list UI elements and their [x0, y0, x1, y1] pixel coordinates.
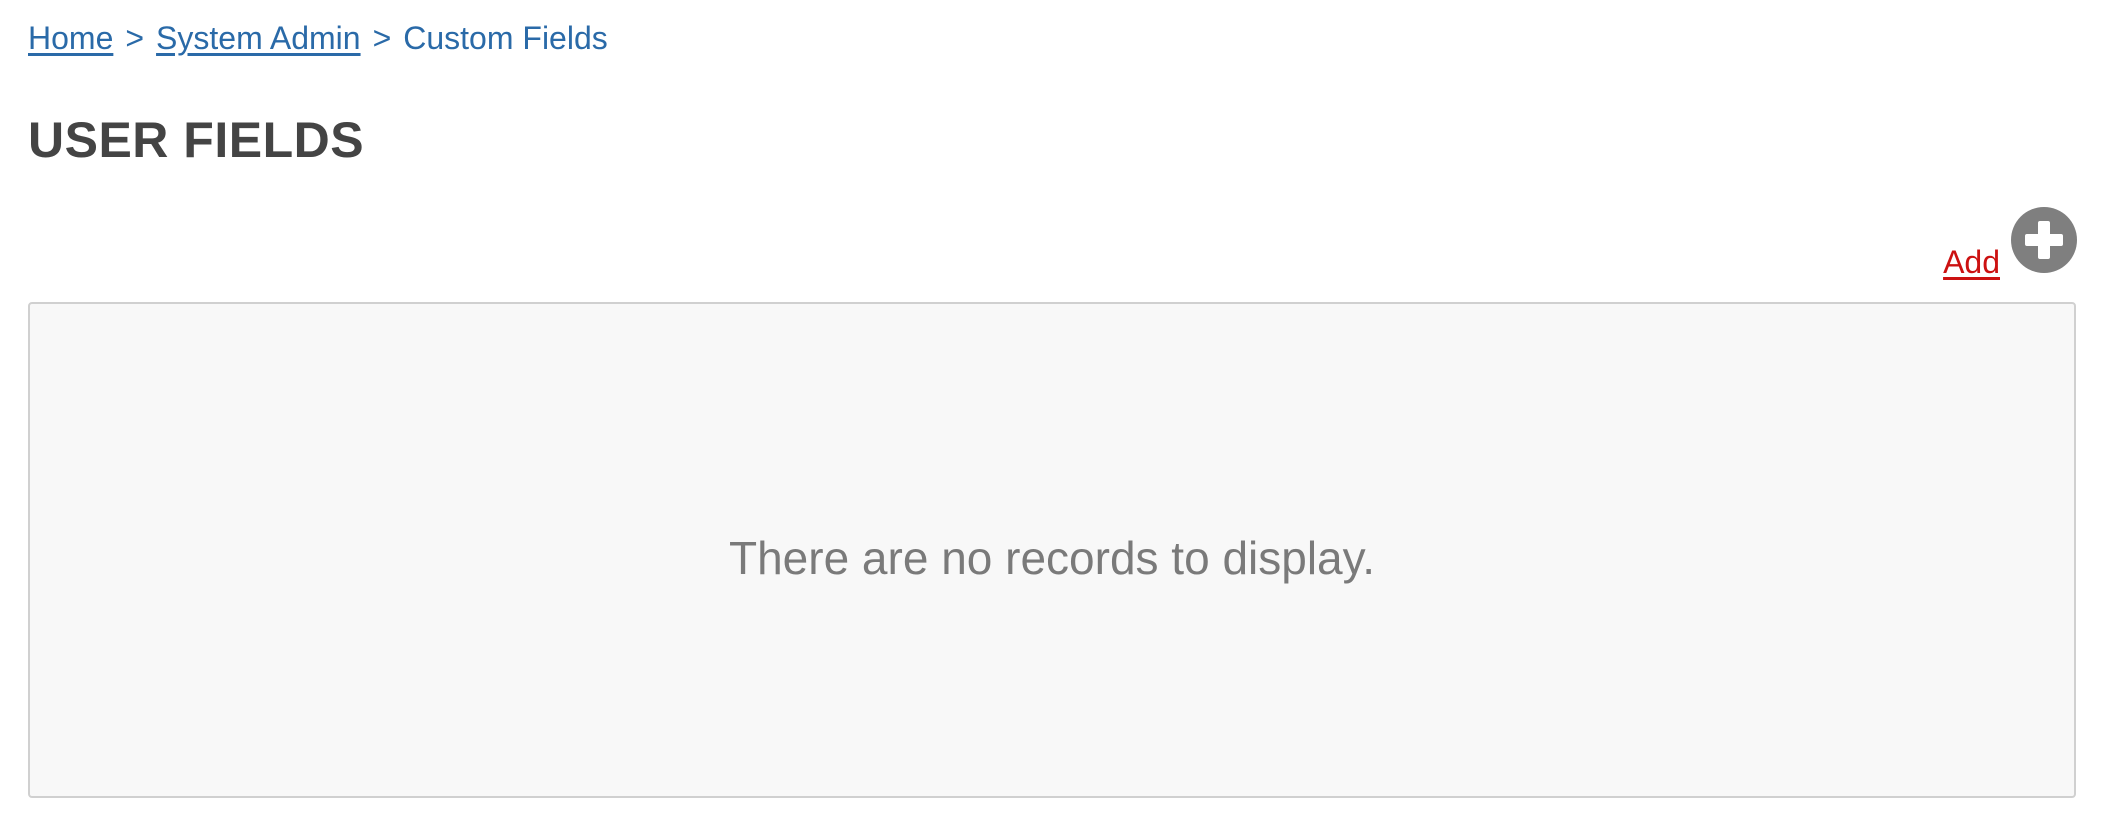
breadcrumb-system-admin-link[interactable]: System Admin: [156, 20, 361, 56]
breadcrumb: Home > System Admin > Custom Fields: [28, 18, 608, 58]
page-title: USER FIELDS: [28, 112, 365, 168]
breadcrumb-separator: >: [372, 20, 392, 56]
empty-records-message: There are no records to display.: [728, 532, 1376, 584]
breadcrumb-separator: >: [125, 20, 145, 56]
records-grid: There are no records to display.: [28, 302, 2076, 798]
breadcrumb-home-link[interactable]: Home: [28, 20, 113, 56]
add-record-control: Add: [1943, 206, 2078, 282]
add-link[interactable]: Add: [1943, 242, 2000, 282]
breadcrumb-current-page: Custom Fields: [403, 20, 608, 56]
plus-circle-icon[interactable]: [2010, 206, 2078, 274]
